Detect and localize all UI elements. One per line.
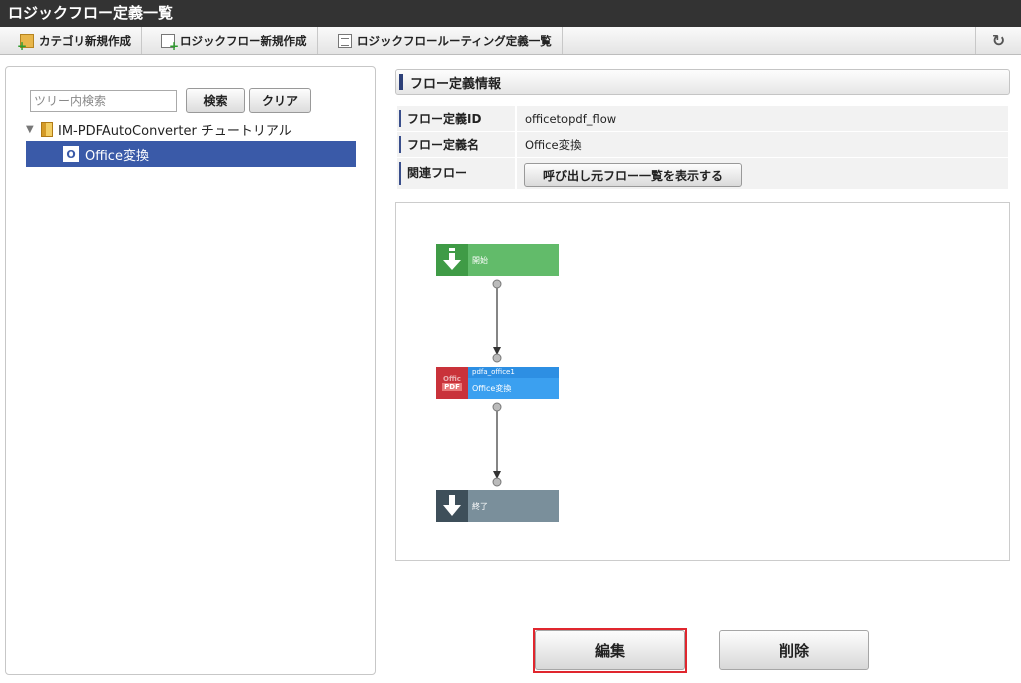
tree-root-node[interactable]: ▼ IM-PDFAutoConverter チュートリアル [26, 120, 292, 139]
tree-search-input[interactable] [30, 90, 177, 112]
info-row-name: フロー定義名 Office変換 [397, 132, 1008, 158]
toolbar: カテゴリ新規作成 ロジックフロー新規作成 ロジックフロールーティング定義一覧 ↻ [0, 27, 1021, 55]
flow-item-icon: O [63, 146, 79, 162]
edit-button[interactable]: 編集 [535, 630, 685, 670]
tree-root-label: IM-PDFAutoConverter チュートリアル [58, 123, 292, 139]
tree-clear-button[interactable]: クリア [249, 88, 311, 113]
end-arrow-icon [436, 490, 468, 522]
new-category-label: カテゴリ新規作成 [39, 33, 131, 48]
document-add-icon [161, 33, 179, 53]
port-end-in[interactable] [492, 477, 502, 487]
routing-list-button[interactable]: ロジックフロールーティング定義一覧 [328, 27, 563, 54]
flow-id-label: フロー定義ID [397, 106, 517, 131]
new-flow-label: ロジックフロー新規作成 [180, 33, 307, 48]
tree-panel: 検索 クリア ▼ IM-PDFAutoConverter チュートリアル O O… [5, 66, 376, 675]
flow-node-start[interactable]: 開始 [436, 244, 559, 276]
flow-node-task[interactable]: Offic PDF pdfa_office1 Office変換 [436, 367, 559, 399]
start-arrow-icon [436, 244, 468, 276]
refresh-button[interactable]: ↻ [975, 27, 1021, 54]
show-caller-flows-button[interactable]: 呼び出し元フロー一覧を表示する [524, 163, 742, 187]
delete-button[interactable]: 削除 [719, 630, 869, 670]
info-row-id: フロー定義ID officetopdf_flow [397, 106, 1008, 132]
new-category-button[interactable]: カテゴリ新規作成 [10, 27, 142, 54]
pdf-office-icon: Offic PDF [436, 367, 468, 399]
tree-item-label: Office変換 [85, 148, 149, 164]
task-node-label: Office変換 [468, 378, 559, 399]
related-flow-label: 関連フロー [397, 158, 517, 189]
port-task-in[interactable] [492, 353, 502, 363]
flow-name-value: Office変換 [525, 137, 582, 152]
tree-search-button[interactable]: 検索 [186, 88, 245, 113]
new-flow-button[interactable]: ロジックフロー新規作成 [151, 27, 318, 54]
port-task-out[interactable] [492, 402, 502, 412]
flow-diagram[interactable]: 開始 Offic PDF pdfa_office1 Office変換 終了 [395, 202, 1010, 561]
flow-node-end[interactable]: 終了 [436, 490, 559, 522]
task-node-body: pdfa_office1 Office変換 [468, 367, 559, 399]
refresh-icon: ↻ [991, 31, 1006, 50]
folder-add-icon [17, 33, 34, 53]
flow-name-label: フロー定義名 [397, 132, 517, 157]
routing-list-label: ロジックフロールーティング定義一覧 [357, 33, 552, 48]
port-start-out[interactable] [492, 279, 502, 289]
list-icon [338, 33, 352, 48]
collapse-arrow-icon[interactable]: ▼ [26, 124, 36, 135]
tree-item-office-convert[interactable]: O Office変換 [26, 141, 356, 167]
folder-icon [41, 121, 53, 137]
window-title: ロジックフロー定義一覧 [0, 0, 1021, 27]
section-title: フロー定義情報 [395, 69, 1010, 95]
end-node-label: 終了 [468, 490, 559, 522]
flow-id-value: officetopdf_flow [525, 111, 617, 126]
start-node-label: 開始 [468, 244, 559, 276]
task-node-id: pdfa_office1 [468, 367, 559, 378]
